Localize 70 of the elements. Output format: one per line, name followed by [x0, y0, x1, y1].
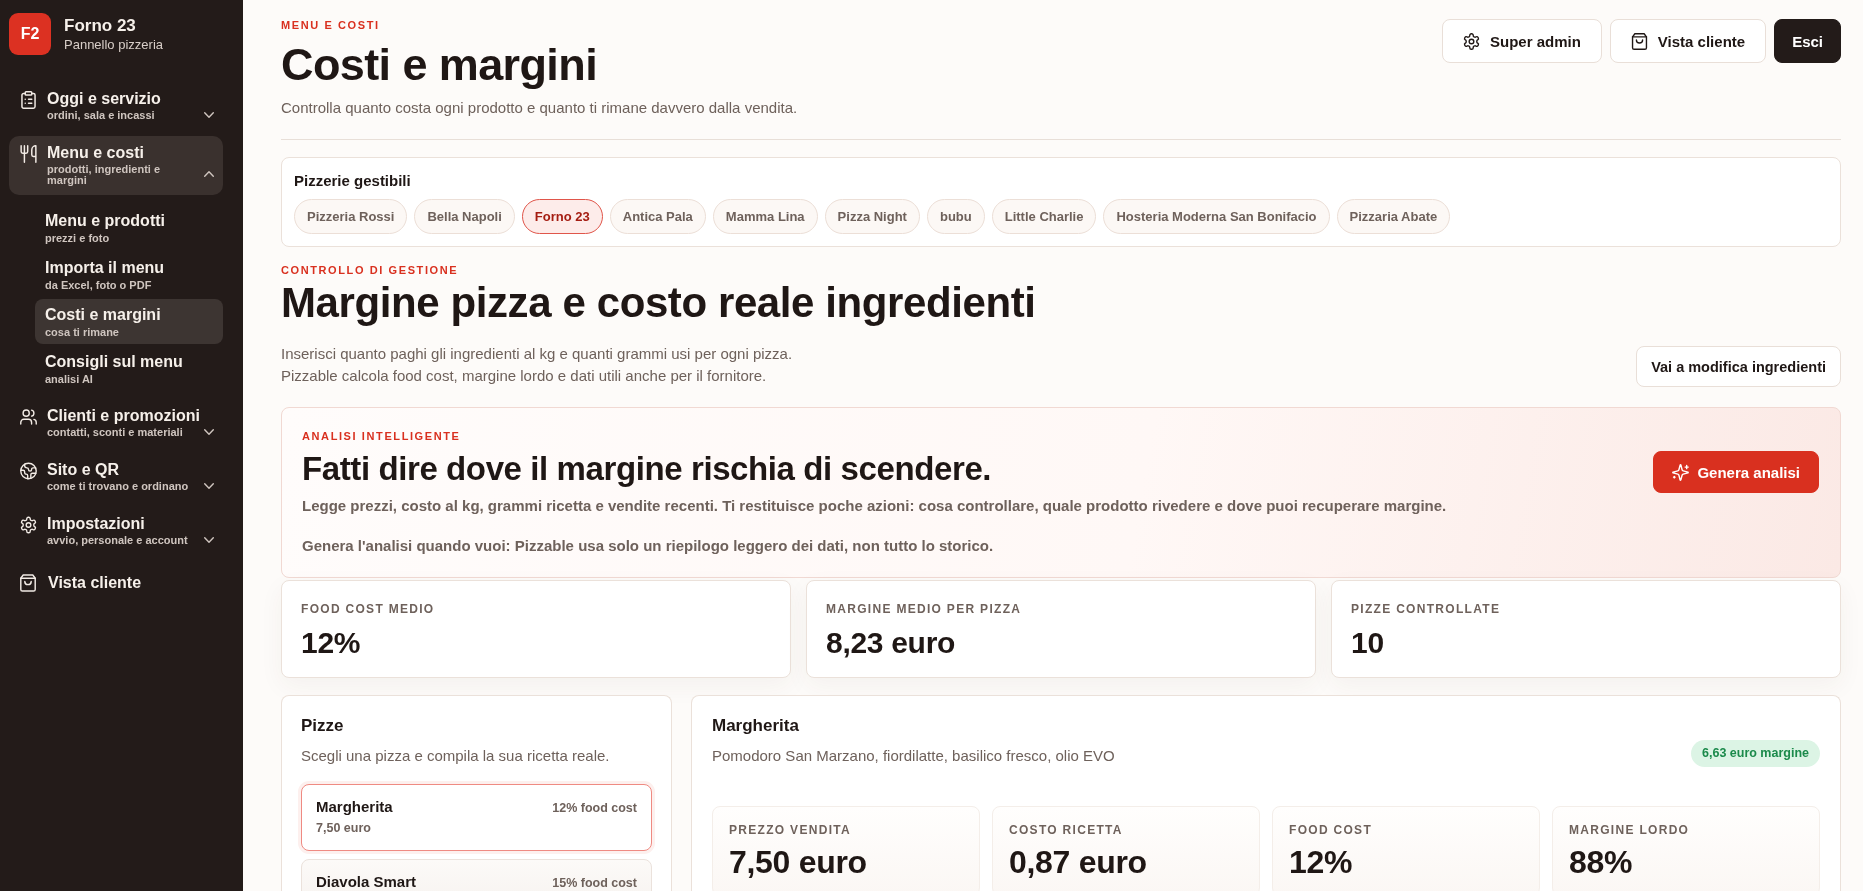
nav-link[interactable]: Vista cliente — [9, 566, 223, 600]
nav-subitem[interactable]: Costi e margini cosa ti rimane — [35, 299, 223, 344]
globe-icon — [20, 462, 37, 480]
pizzeria-name: Forno 23 — [64, 15, 137, 36]
analysis-title: Fatti dire dove il margine rischia di scendere. — [302, 449, 993, 489]
pizzeria-chip[interactable]: Pizzaria Abate — [1336, 199, 1451, 234]
stat-value: 8,23 euro — [826, 625, 957, 661]
card-title: Pizze — [301, 715, 345, 737]
pizza-ingredients: Pomodoro San Marzano, fiordilatte, basilico fresco, olio EVO — [712, 746, 1115, 766]
card-title: Pizzerie gestibili — [294, 171, 412, 191]
pizzeria-chip[interactable]: Pizza Night — [824, 199, 920, 234]
nav-item[interactable]: Sito e QR come ti trovano e ordinano — [9, 453, 223, 501]
metric-label: PREZZO VENDITA — [729, 822, 852, 838]
settings-icon — [1463, 32, 1480, 50]
pizzeria-chip[interactable]: Forno 23 — [521, 199, 603, 234]
stat-value: 12% — [301, 625, 362, 661]
nav-subitem[interactable]: Importa il menu da Excel, foto o PDF — [35, 252, 223, 297]
pizzeria-chip[interactable]: Mamma Lina — [712, 199, 818, 234]
nav-subitem[interactable]: Consigli sul menu analisi AI — [35, 346, 223, 391]
pizza-list-item[interactable]: Diavola Smart 15% food cost — [301, 859, 652, 891]
card-title: Margherita — [712, 715, 800, 737]
metric-value: 7,50 euro — [729, 843, 868, 881]
clipboard-icon — [20, 91, 37, 109]
analysis-description: Legge prezzi, costo al kg, grammi ricetta e vendite recenti. Ti restituisce poche azioni: cosa controllare, quale prodotto rivedere e dove puoi recuperare margine. — [302, 496, 1448, 516]
metric-value: 0,87 euro — [1009, 843, 1148, 881]
pizzeria-chip[interactable]: Little Charlie — [991, 199, 1097, 234]
generate-analysis-button[interactable]: Genera analisi — [1653, 451, 1819, 493]
stat-label: PIZZE CONTROLLATE — [1351, 601, 1502, 617]
stat-label: FOOD COST MEDIO — [301, 601, 436, 617]
section-description: Inserisci quanto paghi gli ingredienti al kg e quanti grammi usi per ogni pizza. — [281, 344, 793, 364]
users-icon — [20, 408, 37, 426]
page-subtitle: Controlla quanto costa ogni prodotto e quanto ti rimane davvero dalla vendita. — [281, 98, 798, 118]
nav-item[interactable]: Menu e costi prodotti, ingredienti e margini — [9, 136, 223, 195]
nav-item[interactable]: Impostazioni avvio, personale e account — [9, 507, 223, 555]
analysis-note: Genera l'analisi quando vuoi: Pizzable usa solo un riepilogo leggero dei dati, non tutto lo storico. — [302, 536, 995, 556]
nav-item[interactable]: Clienti e promozioni contatti, sconti e materiali — [9, 399, 223, 447]
margin-badge: 6,63 euro margine — [1691, 740, 1820, 767]
sparkle-icon — [1672, 463, 1690, 481]
pizzeria-chip[interactable]: Bella Napoli — [414, 199, 515, 234]
logout-button[interactable]: Esci — [1774, 19, 1841, 63]
fork-knife-icon — [20, 145, 37, 163]
pizzeria-chip[interactable]: Pizzeria Rossi — [294, 199, 408, 234]
nav-item[interactable]: Oggi e servizio ordini, sala e incassi — [9, 82, 223, 130]
section-description: Pizzable calcola food cost, margine lordo e dati utili anche per il fornitore. — [281, 366, 768, 386]
logo-badge: F2 — [9, 13, 51, 55]
pizza-list-item[interactable]: Margherita 12% food cost 7,50 euro — [301, 784, 652, 851]
metric-label: MARGINE LORDO — [1569, 822, 1691, 838]
stat-label: MARGINE MEDIO PER PIZZA — [826, 601, 1023, 617]
metric-value: 88% — [1569, 843, 1634, 881]
section-label: MENU E COSTI — [281, 18, 381, 32]
edit-ingredients-button[interactable]: Vai a modifica ingredienti — [1636, 346, 1841, 387]
settings-icon — [20, 516, 37, 534]
stat-value: 10 — [1351, 625, 1385, 661]
panel-subtitle: Pannello pizzeria — [64, 35, 163, 53]
pizzeria-chip[interactable]: bubu — [926, 199, 985, 234]
card-subtitle: Scegli una pizza e compila la sua ricetta reale. — [301, 746, 611, 766]
section-label: CONTROLLO DI GESTIONE — [281, 263, 459, 277]
nav-subitem[interactable]: Menu e prodotti prezzi e foto — [35, 205, 223, 250]
customer-view-button[interactable]: Vista cliente — [1609, 19, 1767, 63]
metric-label: COSTO RICETTA — [1009, 822, 1124, 838]
metric-value: 12% — [1289, 843, 1354, 881]
pizzeria-chip[interactable]: Hosteria Moderna San Bonifacio — [1103, 199, 1330, 234]
admin-button[interactable]: Super admin — [1442, 19, 1602, 63]
shopping-bag-icon — [1630, 32, 1648, 50]
page-title: Costi e margini — [281, 38, 599, 92]
metric-label: FOOD COST — [1289, 822, 1374, 838]
section-title: Margine pizza e costo reale ingredienti — [281, 279, 1037, 327]
shopping-bag-icon — [20, 574, 36, 592]
section-label: ANALISI INTELLIGENTE — [302, 429, 462, 443]
pizzeria-chip[interactable]: Antica Pala — [609, 199, 706, 234]
